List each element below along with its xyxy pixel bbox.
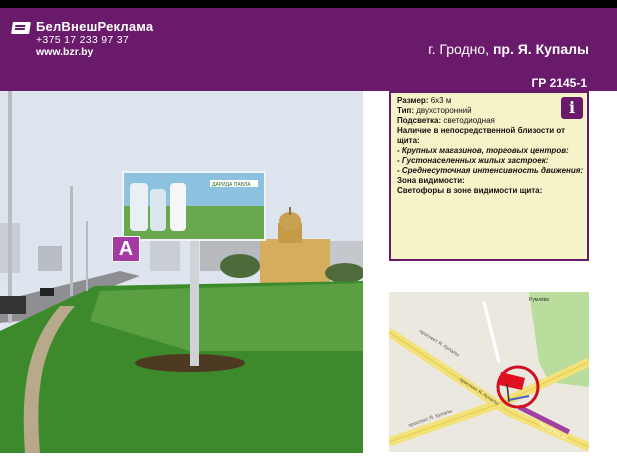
website-link[interactable]: www.bzr.by bbox=[36, 46, 93, 58]
page: БелВнешРеклама +375 17 233 97 37 www.bzr… bbox=[0, 8, 617, 463]
location-map[interactable]: проспект Я. Купалы проспект Я. Купалы прос… bbox=[389, 292, 589, 452]
nearby-malls: - Крупных магазинов, торговых центров: bbox=[397, 146, 569, 155]
map-graphic: проспект Я. Купалыпроспект Я. Купалыпрос… bbox=[389, 292, 589, 452]
type-value: двухсторонний bbox=[416, 106, 472, 115]
info-icon[interactable]: i bbox=[561, 97, 583, 119]
nearby-traffic: - Среднесуточная интенсивность движения: bbox=[397, 166, 584, 175]
light-value: светодиодная bbox=[443, 116, 495, 125]
location-title: г. Гродно, пр. Я. Купалы bbox=[428, 41, 589, 57]
billboard-brand-text: ДАРИДА ПАВЛА bbox=[212, 182, 251, 188]
light-label: Подсветка: bbox=[397, 116, 442, 125]
photo-scene: ДАРИДА ПАВЛА bbox=[0, 91, 363, 453]
traffic-lights-label: Светофоры в зоне видимости щита: bbox=[397, 186, 543, 195]
header-bar: БелВнешРеклама +375 17 233 97 37 www.bzr… bbox=[0, 8, 617, 91]
location-street: пр. Я. Купалы bbox=[492, 41, 589, 57]
logo-icon bbox=[11, 22, 31, 34]
billboard-photo: ДАРИДА ПАВЛА A bbox=[0, 91, 363, 453]
type-label: Тип: bbox=[397, 106, 414, 115]
info-panel: Размер: 6x3 м Тип: двухсторонний Подсвет… bbox=[389, 91, 589, 261]
map-place-name: Румлёво bbox=[529, 297, 550, 303]
visibility-zone-label: Зона видимости: bbox=[397, 176, 465, 185]
info-text: Размер: 6x3 м Тип: двухсторонний Подсвет… bbox=[397, 96, 585, 196]
billboard-code: ГР 2145-1 bbox=[531, 76, 587, 90]
nearby-residential: - Густонаселенных жилых застроек: bbox=[397, 156, 549, 165]
location-city: г. Гродно, bbox=[428, 41, 493, 57]
side-label: A bbox=[112, 236, 140, 262]
brand-name: БелВнешРеклама bbox=[36, 19, 154, 34]
phone-number: +375 17 233 97 37 bbox=[36, 34, 129, 46]
size-value: 6x3 м bbox=[430, 96, 452, 105]
size-label: Размер: bbox=[397, 96, 429, 105]
nearby-label: Наличие в непосредственной близости от щ… bbox=[397, 126, 565, 145]
